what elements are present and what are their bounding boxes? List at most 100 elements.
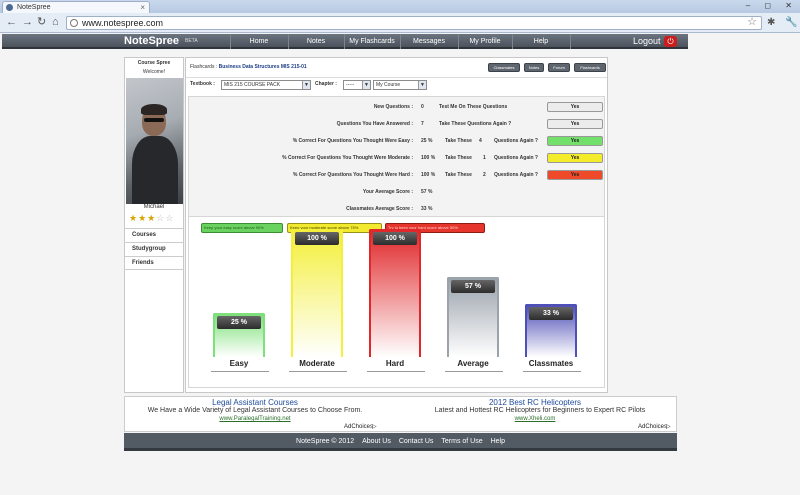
logout-link[interactable]: Logout	[633, 34, 661, 49]
footer-about-link[interactable]: About Us	[362, 438, 391, 445]
notes-button[interactable]: Notes	[524, 63, 544, 72]
footer-copyright: NoteSpree © 2012	[296, 438, 355, 445]
avatar[interactable]	[126, 78, 183, 204]
take-count: 2	[483, 172, 486, 178]
window-controls[interactable]: – ◻ ✕	[746, 1, 798, 10]
username[interactable]: Michael	[125, 204, 183, 210]
chart-value-label: 100 %	[295, 232, 339, 245]
sidebar-item-studygroup[interactable]: Studygroup	[125, 242, 183, 256]
course-title[interactable]: Business Data Structures MIS 215-01	[219, 64, 307, 70]
textbook-value: MIS 215 COURSE PACK	[224, 82, 281, 88]
forward-icon[interactable]: →	[22, 16, 33, 29]
yes-button-easy[interactable]: Yes	[547, 136, 603, 146]
welcome-text: Welcome!	[142, 69, 166, 75]
stat-row-answered: Questions You Have Answered : 7 Take The…	[189, 118, 606, 130]
chart-baseline	[289, 371, 347, 372]
reload-icon[interactable]: ↻	[37, 16, 46, 29]
chart-bar-moderate	[291, 229, 343, 357]
stat-label: Questions You Have Answered :	[336, 121, 413, 127]
legend-easy: Keep your easy score above 90%	[201, 223, 283, 233]
yes-button-answered[interactable]: Yes	[547, 119, 603, 129]
site-navbar: NoteSpree BETA Home Notes My Flashcards …	[2, 34, 688, 49]
chart-baseline	[367, 371, 425, 372]
power-icon[interactable]: ⏻	[664, 36, 677, 47]
stat-value: 25 %	[421, 138, 433, 144]
wrench-icon[interactable]: 🔧	[785, 16, 797, 29]
footer-contact-link[interactable]: Contact Us	[399, 438, 434, 445]
sidebar-item-courses[interactable]: Courses	[125, 228, 183, 242]
stat-question: Test Me On These Questions	[439, 104, 508, 110]
star-empty-icon: ☆	[156, 213, 166, 223]
nav-help[interactable]: Help	[512, 34, 570, 49]
take-count: 4	[479, 138, 482, 144]
star-empty-icon: ☆	[165, 213, 175, 223]
forum-button[interactable]: Forum	[548, 63, 570, 72]
chart-bar-hard	[369, 229, 421, 357]
brand-logo[interactable]: NoteSpree	[124, 34, 179, 49]
chapter-label: Chapter :	[315, 81, 337, 87]
textbook-label: Textbook :	[190, 81, 215, 87]
chart-value-label: 33 %	[529, 307, 573, 320]
chevron-down-icon: ▼	[302, 81, 310, 89]
stat-label: % Correct For Questions You Thought Were…	[292, 138, 413, 144]
flashcards-header: Flashcards : Business Data Structures MI…	[186, 58, 607, 78]
nav-notes[interactable]: Notes	[288, 34, 344, 49]
sidebar-item-friends[interactable]: Friends	[125, 256, 183, 270]
yes-button-hard[interactable]: Yes	[547, 170, 603, 180]
globe-icon	[70, 19, 78, 27]
textbook-select[interactable]: MIS 215 COURSE PACK ▼	[221, 80, 311, 90]
adchoices-icon[interactable]: ▷	[372, 423, 377, 430]
ad-url[interactable]: www.ParalegalTraining.net	[165, 416, 345, 422]
ad-bar: Legal Assistant Courses We Have a Wide V…	[124, 396, 677, 432]
browser-toolbar: ← → ↻ ⌂ www.notespree.com ☆ ✱ 🔧	[0, 13, 800, 33]
browser-tab[interactable]: NoteSpree ×	[2, 1, 150, 13]
nav-my-profile[interactable]: My Profile	[458, 34, 512, 49]
tab-close-icon[interactable]: ×	[140, 2, 145, 13]
back-icon[interactable]: ←	[6, 16, 17, 29]
ad-text: We Have a Wide Variety of Legal Assistan…	[147, 407, 363, 414]
breadcrumb: Flashcards : Business Data Structures MI…	[190, 64, 307, 70]
chart-baseline	[211, 371, 269, 372]
nav-messages[interactable]: Messages	[400, 34, 458, 49]
adchoices-link[interactable]: AdChoices	[344, 424, 373, 430]
ad-title[interactable]: 2012 Best RC Helicopters	[445, 398, 625, 407]
chart-category-label: Classmates	[528, 359, 574, 368]
star-rating: ★★★☆☆	[129, 213, 174, 224]
star-filled-icon: ★	[138, 213, 148, 223]
stat-value: 33 %	[421, 206, 433, 212]
stat-label: % Correct For Questions You Thought Were…	[282, 155, 413, 161]
chart-value-label: 100 %	[373, 232, 417, 245]
footer-help-link[interactable]: Help	[491, 438, 505, 445]
adchoices-link[interactable]: AdChoices	[638, 424, 667, 430]
classmates-button[interactable]: Classmates	[488, 63, 520, 72]
breadcrumb-label: Flashcards :	[190, 64, 218, 70]
flashcards-button[interactable]: Flashcards	[574, 63, 606, 72]
take-label: Take These	[445, 172, 472, 178]
take-label: Take These	[445, 155, 472, 161]
stat-row-classmates: Classmates Average Score : 33 %	[189, 203, 606, 215]
url-text: www.notespree.com	[82, 18, 164, 28]
bookmark-star-icon[interactable]: ☆	[747, 16, 757, 28]
stat-row-moderate: % Correct For Questions You Thought Were…	[189, 152, 606, 164]
ad-url[interactable]: www.Xheli.com	[445, 416, 625, 422]
course-select[interactable]: My Course ▼	[373, 80, 427, 90]
browser-tabstrip: NoteSpree × – ◻ ✕	[0, 0, 800, 13]
home-icon[interactable]: ⌂	[52, 16, 59, 29]
star-filled-icon: ★	[147, 213, 157, 223]
nav-my-flashcards[interactable]: My Flashcards	[344, 34, 400, 49]
flashcards-panel: Flashcards : Business Data Structures MI…	[185, 57, 608, 393]
take-suffix: Questions Again ?	[494, 138, 538, 144]
address-bar[interactable]: www.notespree.com ☆	[66, 16, 762, 30]
nav-home[interactable]: Home	[230, 34, 288, 49]
yes-button-new[interactable]: Yes	[547, 102, 603, 112]
adchoices-icon[interactable]: ▷	[666, 423, 671, 430]
beta-badge: BETA	[185, 38, 198, 44]
yes-button-moderate[interactable]: Yes	[547, 153, 603, 163]
ad-title[interactable]: Legal Assistant Courses	[165, 398, 345, 407]
chart-value-label: 57 %	[451, 280, 495, 293]
chart-category-label: Average	[457, 359, 489, 368]
extensions-icon[interactable]: ✱	[767, 16, 775, 29]
chapter-select[interactable]: ----- ▼	[343, 80, 371, 90]
stat-value: 57 %	[421, 189, 433, 195]
footer-terms-link[interactable]: Terms of Use	[441, 438, 482, 445]
